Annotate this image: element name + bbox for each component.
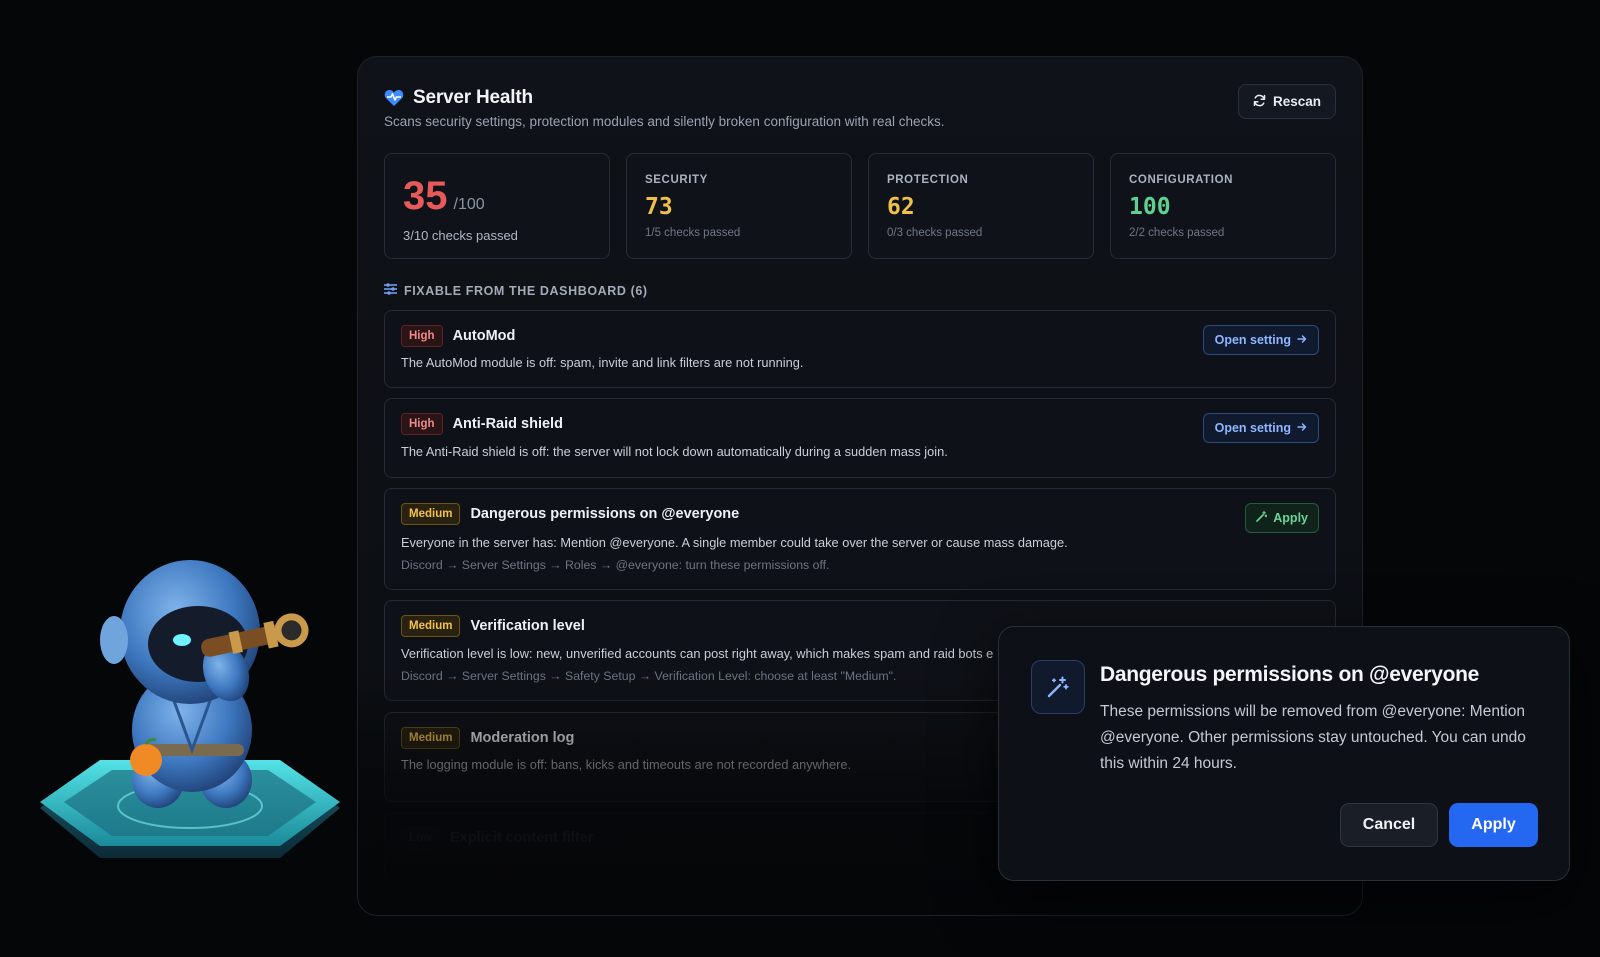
apply-fix-button[interactable]: Apply [1245, 503, 1319, 533]
dialog-title: Dangerous permissions on @everyone [1100, 663, 1480, 686]
dialog-body: These permissions will be removed from @… [1100, 703, 1526, 772]
issue-description: Verification level is low: new, unverifi… [401, 646, 994, 661]
issue-description: The logging module is off: bans, kicks a… [401, 757, 852, 772]
severity-badge: Medium [401, 503, 461, 525]
page-subtitle: Scans security settings, protection modu… [384, 114, 945, 129]
panel-header: Server Health [384, 87, 533, 109]
rescan-label: Rescan [1272, 94, 1321, 109]
refresh-icon [1253, 94, 1266, 110]
sliders-icon [384, 283, 397, 298]
apply-confirmation-dialog: Dangerous permissions on @everyone These… [998, 626, 1570, 881]
open-setting-button[interactable]: Open setting [1202, 325, 1319, 355]
apply-fix-label: Apply [1273, 511, 1308, 525]
issue-description: Everyone in the server has: Mention @eve… [401, 535, 1068, 550]
issue-title: Verification level [470, 618, 585, 634]
issue-description: The Anti-Raid shield is off: the server … [401, 444, 948, 459]
rescan-button[interactable]: Rescan [1237, 84, 1336, 119]
issue-title: Anti-Raid shield [452, 416, 563, 432]
overall-checks-passed: 3/10 checks passed [403, 228, 518, 243]
overall-score-value: 35 [403, 174, 448, 218]
protection-score-card: PROTECTION 62 0/3 checks passed [868, 153, 1094, 259]
issue-title: AutoMod [452, 328, 516, 344]
severity-badge: Medium [401, 727, 461, 749]
security-score-value: 73 [645, 194, 673, 220]
heart-pulse-icon [384, 89, 404, 107]
overall-score-card: 35 /100 3/10 checks passed [384, 153, 610, 259]
severity-badge: Low [401, 827, 440, 849]
issue-card-automod: High AutoMod The AutoMod module is off: … [384, 310, 1336, 388]
issue-fix-path: Discord → Server Settings → Safety Setup… [401, 669, 897, 683]
robot-mascot-illustration [30, 540, 350, 900]
protection-label: PROTECTION [887, 174, 969, 186]
issue-card-dangerous-permissions: Medium Dangerous permissions on @everyon… [384, 488, 1336, 590]
open-setting-button[interactable]: Open setting [1202, 413, 1319, 443]
security-score-card: SECURITY 73 1/5 checks passed [626, 153, 852, 259]
fixable-section-label: FIXABLE FROM THE DASHBOARD (6) [404, 283, 648, 298]
fixable-section-heading: FIXABLE FROM THE DASHBOARD (6) [384, 283, 648, 298]
page-title: Server Health [413, 87, 533, 108]
issue-fix-path: Discord → Server Settings → Roles → @eve… [401, 558, 830, 572]
open-setting-label: Open setting [1214, 333, 1291, 347]
configuration-label: CONFIGURATION [1129, 174, 1234, 186]
configuration-score-value: 100 [1129, 194, 1171, 220]
issue-description: The AutoMod module is off: spam, invite … [401, 355, 804, 370]
cancel-button[interactable]: Cancel [1340, 803, 1438, 847]
severity-badge: High [401, 325, 443, 347]
configuration-checks-passed: 2/2 checks passed [1129, 227, 1225, 239]
score-cards: 35 /100 3/10 checks passed SECURITY 73 1… [384, 153, 1336, 259]
issue-title: Explicit content filter [450, 830, 594, 846]
arrow-right-icon [1297, 333, 1307, 347]
arrow-right-icon [1297, 421, 1307, 435]
issue-title: Moderation log [470, 730, 575, 746]
apply-button[interactable]: Apply [1449, 803, 1538, 847]
issue-title: Dangerous permissions on @everyone [470, 506, 740, 522]
magic-wand-icon [1256, 510, 1268, 525]
protection-score-value: 62 [887, 194, 915, 220]
protection-checks-passed: 0/3 checks passed [887, 227, 983, 239]
severity-badge: Medium [401, 615, 461, 637]
overall-score-denominator: /100 [453, 196, 485, 213]
severity-badge: High [401, 413, 443, 435]
magic-wand-icon [1031, 660, 1085, 714]
issue-card-anti-raid: High Anti-Raid shield The Anti-Raid shie… [384, 398, 1336, 478]
security-checks-passed: 1/5 checks passed [645, 227, 741, 239]
open-setting-label: Open setting [1214, 421, 1291, 435]
security-label: SECURITY [645, 174, 708, 186]
configuration-score-card: CONFIGURATION 100 2/2 checks passed [1110, 153, 1336, 259]
